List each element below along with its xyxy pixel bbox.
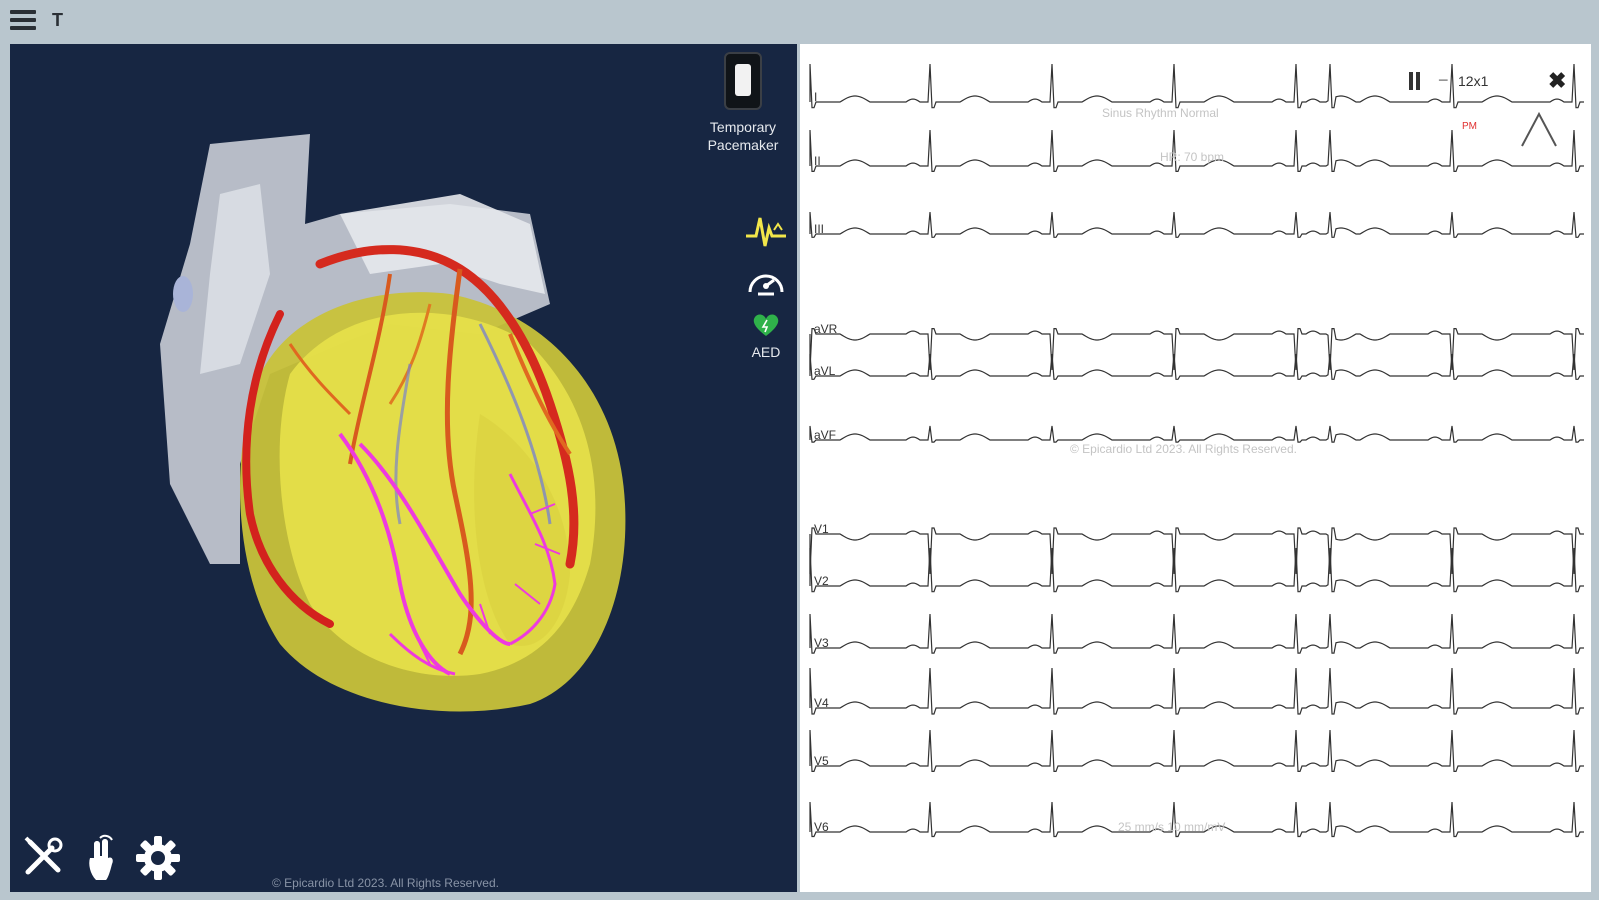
temporary-pacemaker-button[interactable]: Temporary Pacemaker: [688, 52, 797, 154]
side-toolbar: AED: [738, 212, 794, 360]
app-title: T: [52, 10, 63, 30]
copyright-text: © Epicardio Ltd 2023. All Rights Reserve…: [272, 876, 499, 890]
hand-icon[interactable]: [80, 834, 124, 884]
ecg-trace-v3: [809, 613, 1584, 654]
lead-label-v2: V2: [814, 574, 829, 588]
aed-label: AED: [751, 344, 781, 360]
pause-button[interactable]: [1408, 72, 1422, 90]
ecg-panel: Sinus Rhythm Normal HR: 70 bpm © Epicard…: [800, 44, 1591, 892]
aed-heart-icon[interactable]: [750, 312, 782, 338]
ecg-monitor-icon[interactable]: [744, 212, 788, 252]
lead-label-iii: III: [814, 222, 825, 236]
gear-icon[interactable]: [134, 834, 182, 882]
heart-rate-watermark: HR: 70 bpm: [1160, 150, 1225, 164]
copyright-watermark: © Epicardio Ltd 2023. All Rights Reserve…: [1070, 442, 1297, 456]
close-icon[interactable]: ✖: [1548, 68, 1566, 94]
heart-3d-view[interactable]: Temporary Pacemaker AED © Epicardio Ltd …: [10, 44, 797, 892]
ecg-trace-avr: [809, 328, 1584, 371]
lead-label-v6: V6: [814, 820, 829, 834]
lead-label-v5: V5: [814, 754, 829, 768]
lead-label-i: I: [814, 90, 818, 104]
ecg-trace-avf: [809, 425, 1584, 443]
gauge-icon[interactable]: [744, 262, 788, 302]
ecg-trace-v2: [809, 547, 1584, 593]
menu-icon[interactable]: [10, 10, 36, 32]
lead-label-avf: aVF: [814, 428, 837, 442]
lead-label-v3: V3: [814, 636, 829, 650]
lead-label-v1: V1: [814, 522, 829, 536]
ecg-trace-v5: [809, 729, 1584, 772]
ecg-trace-avl: [809, 353, 1584, 380]
pace-marker: PM: [1462, 121, 1477, 132]
lead-label-v4: V4: [814, 696, 829, 710]
pacemaker-label: Temporary Pacemaker: [707, 119, 779, 153]
rhythm-watermark: Sinus Rhythm Normal: [1102, 106, 1219, 120]
ecg-trace-v1: [809, 527, 1584, 575]
collapse-icon[interactable]: [1518, 108, 1560, 150]
paper-speed-watermark: 25 mm/s 10 mm/mV: [1118, 820, 1226, 834]
ecg-controls: − 12x1 ✖: [1408, 68, 1588, 100]
lead-label-ii: II: [814, 154, 821, 168]
lead-label-avl: aVL: [814, 364, 836, 378]
heart-model[interactable]: [10, 44, 797, 892]
ecg-traces: [809, 63, 1584, 838]
top-bar: T: [0, 0, 1599, 42]
lead-label-avr: aVR: [814, 322, 838, 336]
ecg-trace-v4: [809, 667, 1584, 715]
zoom-out-button[interactable]: −: [1438, 70, 1449, 91]
tools-icon[interactable]: [22, 834, 66, 878]
ecg-trace-iii: [809, 211, 1584, 238]
pacemaker-icon: [724, 52, 762, 110]
lead-layout-select[interactable]: 12x1: [1458, 73, 1488, 89]
